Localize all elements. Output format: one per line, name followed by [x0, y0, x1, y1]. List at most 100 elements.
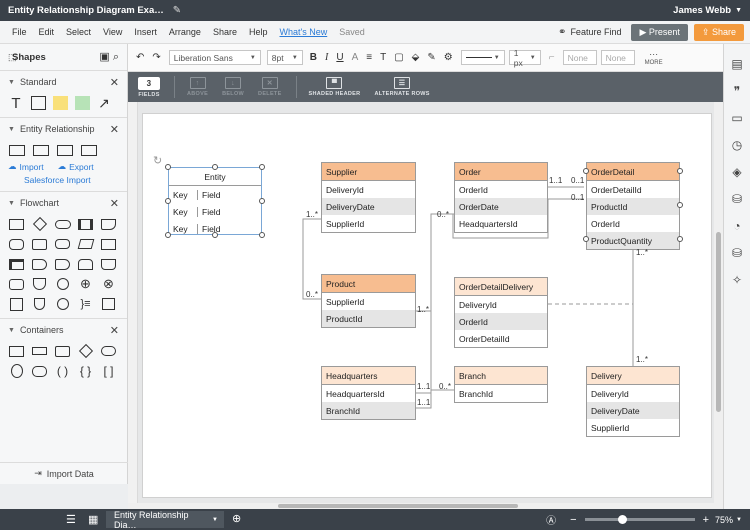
fields-count[interactable]: 3 — [138, 76, 160, 90]
menu-insert[interactable]: Insert — [134, 27, 157, 37]
theme-icon[interactable]: ◔ — [733, 212, 740, 239]
close-icon[interactable]: ✕ — [110, 324, 119, 337]
font-family-select[interactable]: Liberation Sans ▼ — [168, 50, 261, 65]
off-page-shape[interactable] — [31, 276, 48, 292]
delay-shape[interactable] — [54, 256, 71, 272]
connector-shape[interactable] — [54, 276, 71, 292]
entity-field[interactable]: SupplierId — [322, 293, 415, 310]
entity-field[interactable]: DeliveryDate — [587, 402, 679, 419]
page-properties-icon[interactable]: ▤ — [731, 50, 742, 77]
brace-shape[interactable]: { } — [77, 363, 94, 379]
rounded-process-shape[interactable] — [31, 236, 48, 252]
page-tab[interactable]: Entity Relationship Dia… ▼ — [106, 510, 224, 530]
swimlane-shape[interactable] — [31, 343, 48, 359]
redo-icon[interactable]: ↷ — [152, 52, 160, 63]
entity-field[interactable]: BranchId — [322, 402, 415, 419]
grid-view-icon[interactable]: ▦ — [88, 513, 98, 526]
entity-title[interactable]: Entity — [169, 168, 261, 186]
text-shape[interactable]: T — [8, 95, 24, 112]
hexagon-shape[interactable] — [8, 276, 25, 292]
entity-row[interactable]: Key Field — [169, 203, 261, 220]
internal-storage-shape[interactable] — [8, 256, 25, 272]
export-link[interactable]: ☁ Export — [58, 161, 94, 172]
entity-header[interactable]: Product — [322, 275, 415, 293]
terminator-shape[interactable] — [54, 216, 71, 232]
close-icon[interactable]: ✕ — [110, 197, 119, 210]
bracket-shape[interactable]: ( ) — [54, 363, 71, 379]
chevron-down-icon[interactable]: ▼ — [735, 7, 742, 14]
line-color-icon[interactable]: ✎ — [427, 52, 435, 63]
magic-wand-icon[interactable]: ✧ — [732, 266, 742, 293]
connector-supplier-product[interactable] — [302, 218, 321, 300]
block-shape[interactable] — [74, 95, 90, 111]
close-icon[interactable]: ✕ — [110, 76, 119, 89]
line-type-icon[interactable]: ⌐ — [549, 52, 555, 63]
history-icon[interactable]: ◷ — [732, 131, 742, 158]
resize-handle[interactable] — [259, 232, 265, 238]
whats-new-link[interactable]: What's New — [280, 27, 328, 37]
underline-icon[interactable]: U — [336, 52, 343, 63]
entity-field[interactable]: ProductId — [587, 198, 679, 215]
entity-header[interactable]: OrderDetail — [587, 163, 679, 181]
menu-help[interactable]: Help — [249, 27, 268, 37]
zoom-slider-knob[interactable] — [617, 515, 627, 524]
arrow-end-select[interactable]: None — [600, 50, 635, 65]
entity-field[interactable]: OrderDetailId — [455, 330, 547, 347]
connection-point[interactable] — [677, 236, 683, 242]
annotation-shape[interactable]: }≡ — [77, 296, 94, 312]
display-shape[interactable] — [31, 256, 48, 272]
present-button[interactable]: ▶ Present — [631, 23, 688, 41]
zoom-slider[interactable] — [584, 515, 695, 524]
text-options-icon[interactable]: T — [380, 52, 386, 63]
fields-stepper[interactable]: 3 FIELDS — [138, 76, 160, 98]
line-style-select[interactable]: ▼ — [460, 50, 505, 65]
document-shape[interactable] — [100, 216, 117, 232]
resize-handle[interactable] — [165, 232, 171, 238]
arrow-shape[interactable]: ↗ — [96, 95, 112, 111]
container-shape[interactable] — [54, 343, 71, 359]
entity-header[interactable]: Headquarters — [322, 367, 415, 385]
entity-field[interactable]: DeliveryDate — [322, 198, 415, 215]
layers-icon[interactable]: ◈ — [732, 158, 741, 185]
entity-header[interactable]: Delivery — [587, 367, 679, 385]
diamond-container-shape[interactable] — [77, 343, 94, 359]
data-shape[interactable] — [77, 236, 94, 252]
entity-branch[interactable]: Branch BranchId — [454, 366, 548, 403]
loop-limit-shape[interactable] — [77, 256, 94, 272]
entity-header[interactable]: OrderDetailDelivery — [455, 278, 547, 296]
document-title[interactable]: Entity Relationship Diagram Exa… — [8, 5, 164, 16]
connection-point[interactable] — [583, 168, 589, 174]
undo-icon[interactable]: ↶ — [136, 52, 144, 63]
shape-outline-icon[interactable]: ▢ — [394, 52, 403, 63]
predefined-process-shape[interactable] — [77, 216, 94, 232]
list-view-icon[interactable]: ☰ — [66, 513, 76, 526]
resize-handle[interactable] — [212, 164, 218, 170]
insert-below-button[interactable]: ↓ BELOW — [222, 77, 244, 97]
entity-field[interactable]: SupplierId — [587, 419, 679, 436]
chevron-down-icon[interactable]: ▼ — [736, 517, 742, 523]
extract-shape[interactable] — [31, 296, 48, 312]
selected-entity-shape[interactable]: Entity Key Field Key Field Key Field — [168, 167, 262, 235]
presentation-icon[interactable]: ▭ — [731, 104, 742, 131]
vertical-scrollbar[interactable] — [714, 102, 723, 509]
share-button[interactable]: ⇪ Share — [693, 23, 744, 41]
resize-handle[interactable] — [165, 164, 171, 170]
zoom-level[interactable]: 75% — [715, 515, 733, 525]
resize-handle[interactable] — [259, 198, 265, 204]
entity-supplier[interactable]: Supplier DeliveryId DeliveryDate Supplie… — [321, 162, 416, 233]
entity-field[interactable]: BranchId — [455, 385, 547, 402]
connection-point[interactable] — [677, 168, 683, 174]
menu-file[interactable]: File — [12, 27, 27, 37]
entity-field[interactable]: ProductQuantity — [587, 232, 679, 249]
er-entity-shape[interactable] — [8, 142, 26, 158]
container-shape[interactable] — [8, 343, 25, 359]
close-icon[interactable]: ✕ — [110, 123, 119, 136]
salesforce-import-link[interactable]: Salesforce Import — [24, 175, 119, 185]
alternate-rows-toggle[interactable]: ☰ ALTERNATE ROWS — [374, 77, 429, 97]
note-shape[interactable] — [52, 95, 68, 111]
diagram-canvas[interactable]: Entity Key Field Key Field Key Field ↻ Supp… — [128, 102, 723, 509]
or-shape[interactable]: ⊕ — [77, 276, 94, 292]
pencil-icon[interactable]: ✎ — [173, 5, 181, 16]
entity-field[interactable]: OrderId — [455, 181, 547, 198]
entity-field[interactable]: OrderId — [455, 313, 547, 330]
